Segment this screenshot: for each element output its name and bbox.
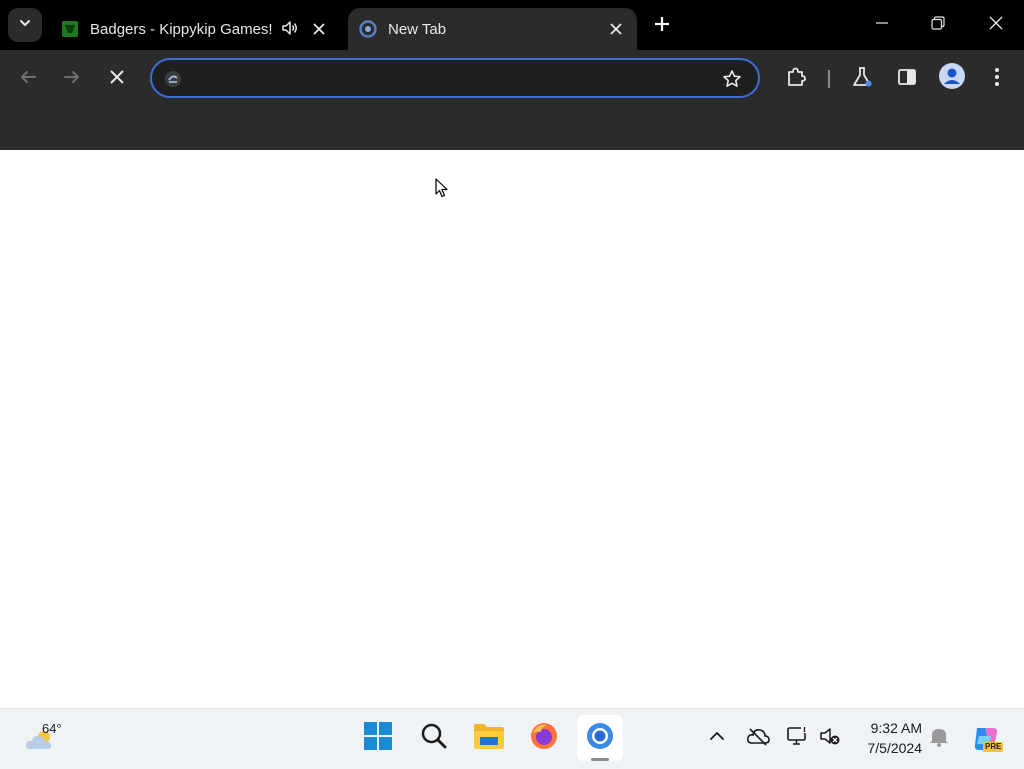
back-button[interactable] <box>12 63 44 95</box>
arrow-left-icon <box>19 68 37 91</box>
loading-spinner-icon <box>358 19 378 39</box>
close-tab-icon[interactable] <box>606 19 626 39</box>
restore-button[interactable] <box>918 8 958 42</box>
search-button[interactable] <box>411 715 457 761</box>
folder-icon <box>473 722 505 755</box>
weather-widget[interactable]: 64° <box>22 719 82 759</box>
mouse-cursor-icon <box>435 178 449 203</box>
firefox-button[interactable] <box>521 715 567 761</box>
speaker-icon[interactable] <box>281 19 299 41</box>
onedrive-button[interactable] <box>746 726 770 750</box>
profile-button[interactable] <box>936 62 968 94</box>
arrow-right-icon <box>63 68 81 91</box>
close-window-button[interactable] <box>976 8 1016 42</box>
menu-button[interactable] <box>981 63 1013 95</box>
cloud-offline-icon <box>746 726 770 751</box>
bell-icon <box>929 725 949 752</box>
speaker-muted-icon <box>819 726 841 751</box>
bookmark-star-icon[interactable] <box>720 67 744 91</box>
clock-time: 9:32 AM <box>870 720 922 736</box>
restore-icon <box>931 15 945 35</box>
taskbar-clock[interactable]: 9:32 AM 7/5/2024 <box>852 718 923 758</box>
close-tab-icon[interactable] <box>309 19 329 39</box>
browser-toolbar <box>0 50 1024 150</box>
page-content[interactable] <box>0 151 1024 708</box>
clock-date: 7/5/2024 <box>867 740 923 756</box>
chrome-button[interactable] <box>577 715 623 761</box>
tab-strip: Badgers - Kippykip Games! New Tab <box>0 0 1024 50</box>
tab-badgers[interactable]: Badgers - Kippykip Games! <box>50 8 340 50</box>
minimize-icon <box>875 16 889 35</box>
volume-button[interactable] <box>818 726 842 750</box>
more-vertical-icon <box>994 67 1000 92</box>
start-button[interactable] <box>355 715 401 761</box>
close-icon <box>109 69 125 90</box>
address-bar[interactable] <box>150 58 760 98</box>
show-hidden-icons-button[interactable] <box>705 726 729 750</box>
puzzle-icon <box>785 66 807 93</box>
extensions-button[interactable] <box>780 63 812 95</box>
windows-taskbar: 64° 9:32 AM 7/5/2024 PRE <box>0 708 1024 769</box>
copilot-button[interactable]: PRE <box>970 723 1004 755</box>
avatar-icon <box>939 62 965 94</box>
tab-title: Badgers - Kippykip Games! <box>90 20 273 38</box>
green-game-icon <box>60 19 80 39</box>
flask-icon <box>851 66 873 93</box>
tab-search-button[interactable] <box>8 8 42 42</box>
side-panel-icon <box>897 67 917 92</box>
file-explorer-button[interactable] <box>466 715 512 761</box>
chevron-up-icon <box>709 728 725 749</box>
monitor-disconnected-icon <box>786 725 810 752</box>
address-input[interactable] <box>196 66 700 92</box>
side-panel-button[interactable] <box>891 63 923 95</box>
new-tab-button[interactable] <box>648 12 676 40</box>
forward-button[interactable] <box>56 63 88 95</box>
windows-logo-icon <box>363 721 393 756</box>
site-info-icon[interactable] <box>162 68 184 90</box>
tab-title: New Tab <box>388 20 447 38</box>
weather-temperature: 64° <box>42 721 62 736</box>
search-icon <box>420 722 448 755</box>
chrome-icon <box>585 721 615 756</box>
plus-icon <box>654 16 670 37</box>
active-app-indicator <box>591 758 609 761</box>
tab-new-tab[interactable]: New Tab <box>348 8 637 50</box>
close-icon <box>989 16 1003 35</box>
firefox-icon <box>529 721 559 756</box>
minimize-button[interactable] <box>862 8 902 42</box>
copilot-icon: PRE <box>971 724 1004 754</box>
chevron-down-icon <box>18 16 32 35</box>
labs-button[interactable] <box>846 63 878 95</box>
stop-loading-button[interactable] <box>101 63 133 95</box>
network-button[interactable] <box>786 725 810 752</box>
copilot-pre-badge: PRE <box>983 742 1004 752</box>
toolbar-divider <box>828 70 830 88</box>
notifications-button[interactable] <box>927 726 951 750</box>
